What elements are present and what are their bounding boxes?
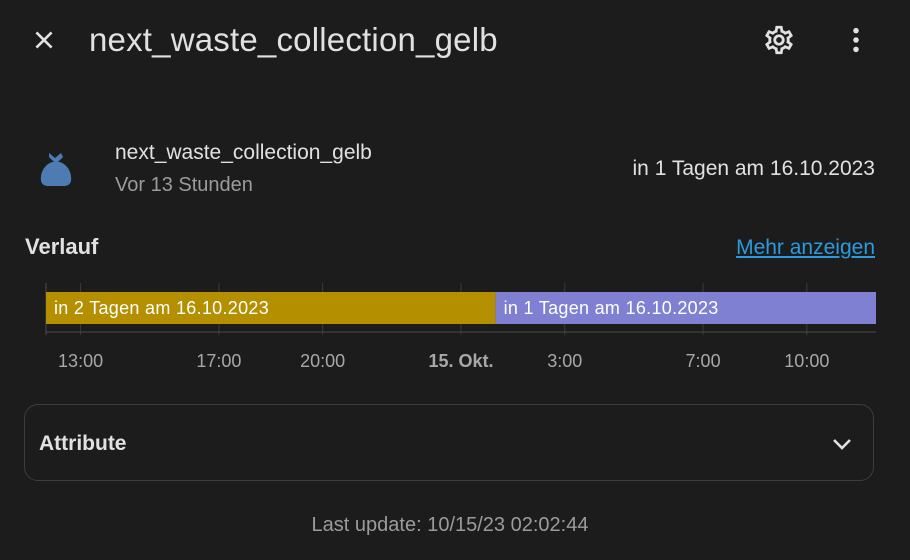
entity-name: next_waste_collection_gelb bbox=[115, 141, 372, 164]
entity-state: in 1 Tagen am 16.10.2023 bbox=[632, 157, 875, 180]
attributes-label: Attribute bbox=[39, 432, 127, 455]
chevron-down-icon bbox=[829, 431, 855, 457]
timeline-tick-label: 17:00 bbox=[196, 351, 241, 371]
history-title: Verlauf bbox=[25, 234, 99, 259]
timeline-tick-label: 3:00 bbox=[547, 351, 582, 371]
history-timeline-chart[interactable]: in 2 Tagen am 16.10.2023 in 1 Tagen am 16… bbox=[0, 275, 910, 375]
settings-button[interactable] bbox=[758, 19, 800, 61]
show-more-link[interactable]: Mehr anzeigen bbox=[736, 234, 875, 262]
timeline-segment-label: in 2 Tagen am 16.10.2023 bbox=[54, 298, 269, 318]
timeline-tick-label: 7:00 bbox=[686, 351, 721, 371]
timeline-segment-label: in 1 Tagen am 16.10.2023 bbox=[504, 298, 719, 318]
close-button[interactable] bbox=[24, 20, 64, 60]
timeline-tick-label: 13:00 bbox=[58, 351, 103, 371]
more-options-button[interactable] bbox=[836, 19, 876, 61]
more-vertical-icon bbox=[853, 27, 859, 53]
trash-bag-icon bbox=[40, 153, 72, 186]
dialog-title: next_waste_collection_gelb bbox=[89, 21, 498, 58]
gear-icon bbox=[765, 25, 793, 55]
timeline-tick-label: 20:00 bbox=[300, 351, 345, 371]
entity-icon bbox=[38, 150, 74, 188]
last-update: Last update: 10/15/23 02:02:44 bbox=[311, 514, 589, 536]
entity-last-changed: Vor 13 Stunden bbox=[115, 174, 253, 196]
timeline-tick-label: 10:00 bbox=[784, 351, 829, 371]
close-icon bbox=[35, 31, 53, 49]
timeline-tick-label: 15. Okt. bbox=[428, 351, 493, 371]
more-info-dialog: next_waste_collection_gelb next_waste_co… bbox=[0, 0, 910, 560]
attributes-expander[interactable]: Attribute bbox=[24, 404, 874, 481]
